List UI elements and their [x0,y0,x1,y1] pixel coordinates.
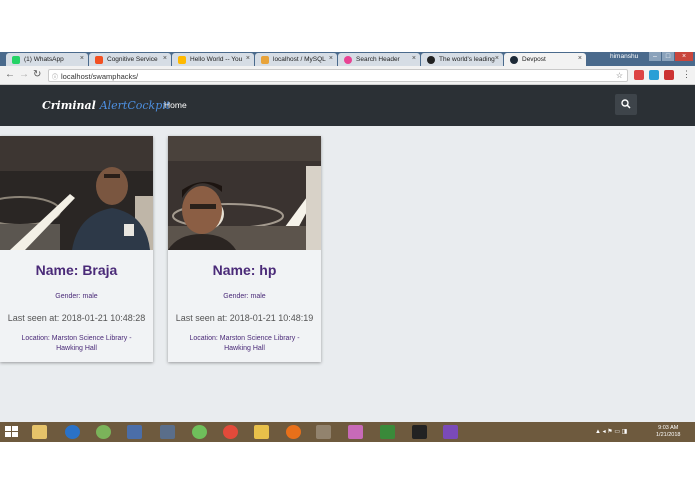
tab-label: Devpost [522,56,546,63]
youtube-extension-icon[interactable] [664,70,674,80]
window-close-button[interactable]: × [675,52,693,61]
brand-first: Criminal [42,99,96,112]
browser-tab[interactable]: Search Header × [338,53,420,66]
criminal-name: Name: hp [212,262,277,278]
tab-label: Cognitive Service [107,56,158,63]
browser-tabstrip: (1) WhatsApp × Cognitive Service × Hello… [0,52,695,66]
search-button[interactable] [615,94,637,115]
close-icon[interactable]: × [329,55,333,62]
criminal-photo [168,136,321,250]
last-seen-location: Location: Marston Science Library - Hawk… [189,335,300,352]
criminal-card: Name: hp Gender: male Last seen at: 2018… [168,136,321,362]
browser-tab-active[interactable]: Devpost × [504,53,586,66]
system-clock[interactable]: 9:03 AM 1/21/2018 [656,425,680,439]
criminal-gender: Gender: male [223,293,266,300]
browser-tab[interactable]: The world's leading × [421,53,503,66]
close-icon[interactable]: × [495,55,499,62]
window-controls: – □ × [649,52,693,62]
close-icon[interactable]: × [578,55,582,62]
last-seen-time: Last seen at: 2018-01-21 10:48:28 [7,313,146,323]
brand-logo[interactable]: Criminal AlertCockpit [42,99,170,112]
file-explorer-icon[interactable] [32,425,47,439]
microsoft-icon [95,56,103,64]
clock-date: 1/21/2018 [656,432,681,438]
tab-label: localhost / MySQL [273,56,326,63]
last-seen-time: Last seen at: 2018-01-21 10:48:19 [175,313,314,323]
url-text: localhost/swamphacks/ [61,72,139,81]
last-seen-location: Location: Marston Science Library - Hawk… [21,335,132,352]
system-tray[interactable]: ▲ ◂ ⚑ ▭ ◨ [595,428,627,435]
devpost-icon [510,56,518,64]
app-navbar: Criminal AlertCockpit Home [0,85,695,126]
nav-home-link[interactable]: Home [164,100,187,110]
search-icon [621,99,631,109]
criminal-card: Name: Braja Gender: male Last seen at: 2… [0,136,153,362]
tab-label: The world's leading [439,56,495,63]
chrome-icon[interactable] [223,425,238,439]
browser-tab[interactable]: Cognitive Service × [89,53,171,66]
browser-tab[interactable]: (1) WhatsApp × [6,53,88,66]
whatsapp-icon [12,56,20,64]
brand-second: AlertCockpit [99,99,171,112]
menu-icon[interactable]: ⋮ [682,69,691,80]
forward-icon[interactable]: → [19,69,29,80]
screen: (1) WhatsApp × Cognitive Service × Hello… [0,52,695,442]
close-icon[interactable]: × [246,55,250,62]
browser-toolbar: ← → ↻ ⓘ localhost/swamphacks/ ☆ ⋮ [0,66,695,85]
internet-explorer-icon[interactable] [65,425,80,439]
android-studio-icon[interactable] [96,425,111,439]
spring-tool-icon[interactable] [192,425,207,439]
windows-start-button[interactable] [5,426,19,438]
close-icon[interactable]: × [80,55,84,62]
close-icon[interactable]: × [412,55,416,62]
criminal-gender: Gender: male [55,293,98,300]
microsoft-icon [178,56,186,64]
browser-tab[interactable]: Hello World -- You × [172,53,254,66]
github-icon [427,56,435,64]
reload-icon[interactable]: ↻ [33,69,41,80]
extension-icon[interactable] [634,70,644,80]
criminal-photo [0,136,153,250]
app-icon[interactable] [127,425,142,439]
close-icon[interactable]: × [163,55,167,62]
back-icon[interactable]: ← [5,69,15,80]
search-header-icon [344,56,352,64]
visual-studio-icon[interactable] [443,425,458,439]
chrome-active-icon[interactable] [316,425,331,439]
minimize-button[interactable]: – [649,52,661,61]
terminal-icon[interactable] [412,425,427,439]
os-taskbar: ▲ ◂ ⚑ ▭ ◨ 9:03 AM 1/21/2018 [0,422,695,442]
firefox-icon[interactable] [286,425,301,439]
clock-time: 9:03 AM [658,425,679,431]
extension-icon[interactable] [649,70,659,80]
phpmyadmin-icon [261,56,269,64]
criminal-name: Name: Braja [35,262,118,278]
maximize-button[interactable]: □ [662,52,674,61]
tab-label: (1) WhatsApp [24,56,64,63]
tab-label: Search Header [356,56,400,63]
browser-tab[interactable]: localhost / MySQL × [255,53,337,66]
profile-name[interactable]: himanshu [610,53,638,60]
tab-label: Hello World -- You [190,56,243,63]
folder-icon[interactable] [254,425,269,439]
app-icon[interactable] [348,425,363,439]
notepad-icon[interactable] [380,425,395,439]
info-icon[interactable]: ⓘ [52,72,58,81]
address-bar[interactable]: ⓘ localhost/swamphacks/ ☆ [48,69,628,82]
bookmark-star-icon[interactable]: ☆ [616,71,623,80]
network-app-icon[interactable] [160,425,175,439]
